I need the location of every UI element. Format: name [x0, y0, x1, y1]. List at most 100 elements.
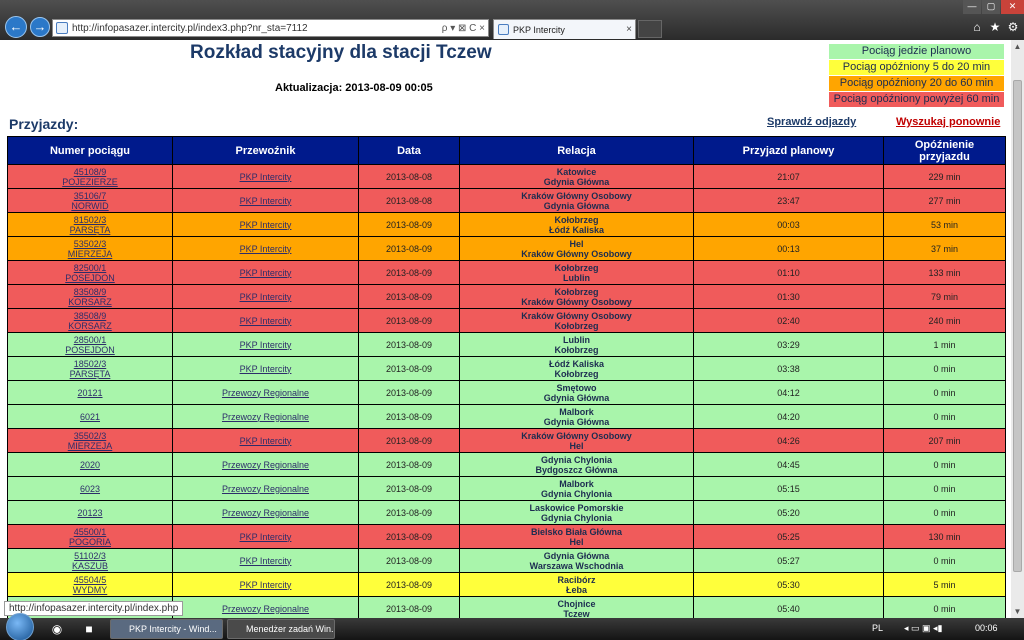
cell-train-number: 6023: [8, 477, 172, 500]
carrier-link[interactable]: PKP Intercity: [240, 556, 292, 566]
carrier-link[interactable]: PKP Intercity: [240, 340, 292, 350]
cell-carrier: PKP Intercity: [173, 237, 358, 260]
train-number-link[interactable]: 35502/3 MIERZEJA: [68, 431, 113, 451]
carrier-link[interactable]: PKP Intercity: [240, 532, 292, 542]
route-from: Kraków Główny Osobowy: [521, 310, 632, 321]
tab-pkp-intercity[interactable]: PKP Intercity ×: [493, 19, 636, 39]
carrier-link[interactable]: PKP Intercity: [240, 268, 292, 278]
close-window-button[interactable]: ✕: [1001, 0, 1024, 14]
route-to: Gdynia Główna: [543, 392, 610, 403]
new-tab-button[interactable]: [638, 20, 662, 38]
cell-route: Kraków Główny Osobowy Hel: [460, 429, 693, 452]
carrier-link[interactable]: Przewozy Regionalne: [222, 484, 309, 494]
check-departures-link[interactable]: Sprawdź odjazdy: [767, 116, 856, 128]
carrier-link[interactable]: PKP Intercity: [240, 220, 292, 230]
cell-train-number: 35106/7 NORWID: [8, 189, 172, 212]
table-row: 45500/1 POGORIA PKP Intercity 2013-08-09 Bie…: [8, 525, 1005, 548]
train-number-link[interactable]: 83508/9 KORSARZ: [68, 287, 112, 307]
carrier-link[interactable]: PKP Intercity: [240, 292, 292, 302]
carrier-link[interactable]: PKP Intercity: [240, 580, 292, 590]
train-number-link[interactable]: 6023: [80, 484, 100, 494]
back-button[interactable]: ←: [5, 16, 27, 38]
train-number-link[interactable]: 45500/1 POGORIA: [69, 527, 111, 547]
train-number-link[interactable]: 28500/1 POSEJDON: [65, 335, 115, 355]
cell-delay: 5 min: [884, 573, 1005, 596]
home-icon[interactable]: ⌂: [970, 20, 984, 34]
carrier-link[interactable]: PKP Intercity: [240, 244, 292, 254]
train-number-link[interactable]: 82500/1 POSEJDON: [65, 263, 115, 283]
cell-route: Malbork Gdynia Chylonia: [460, 477, 693, 500]
chrome-pin-icon[interactable]: ◉: [48, 621, 66, 637]
train-number-link[interactable]: 6021: [80, 412, 100, 422]
header-delay: Opóźnienie przyjazdu: [884, 137, 1005, 164]
train-number-link[interactable]: 38508/9 KORSARZ: [68, 311, 112, 331]
page-title: Rozkład stacyjny dla stacji Tczew: [190, 42, 492, 63]
route-to: Hel: [569, 440, 584, 451]
route-to: Kraków Główny Osobowy: [521, 248, 632, 259]
cell-delay: 0 min: [884, 405, 1005, 428]
train-number-link[interactable]: 2020: [80, 460, 100, 470]
cell-delay: 130 min: [884, 525, 1005, 548]
train-number-link[interactable]: 45504/5 WYDMY: [73, 575, 108, 595]
carrier-link[interactable]: Przewozy Regionalne: [222, 604, 309, 614]
address-url[interactable]: http://infopasazer.intercity.pl/index3.p…: [72, 23, 442, 34]
carrier-link[interactable]: Przewozy Regionalne: [222, 460, 309, 470]
start-button[interactable]: [6, 613, 34, 640]
search-again-link[interactable]: Wyszukaj ponownie: [896, 116, 1000, 128]
settings-gear-icon[interactable]: ⚙: [1006, 20, 1020, 34]
forward-arrow-icon: →: [33, 19, 47, 34]
forward-button[interactable]: →: [30, 17, 50, 37]
carrier-link[interactable]: Przewozy Regionalne: [222, 388, 309, 398]
cell-route: Laskowice Pomorskie Gdynia Chylonia: [460, 501, 693, 524]
scroll-down-arrow-icon[interactable]: ▼: [1011, 605, 1024, 618]
train-number-link[interactable]: 81502/3 PARSĘTA: [70, 215, 111, 235]
train-number-link[interactable]: 51102/3 KASZUB: [72, 551, 108, 571]
carrier-link[interactable]: PKP Intercity: [240, 172, 292, 182]
cell-route: Hel Kraków Główny Osobowy: [460, 237, 693, 260]
carrier-link[interactable]: PKP Intercity: [240, 436, 292, 446]
train-number-link[interactable]: 45108/9 POJEZIERZE: [62, 167, 118, 187]
train-number-link[interactable]: 53502/3 MIERZEJA: [68, 239, 113, 259]
carrier-link[interactable]: PKP Intercity: [240, 316, 292, 326]
route-from: Kraków Główny Osobowy: [521, 190, 632, 201]
maximize-button[interactable]: ▢: [982, 0, 1000, 14]
clock[interactable]: 00:06: [975, 622, 998, 635]
route-from: Kołobrzeg: [554, 214, 599, 225]
scroll-up-arrow-icon[interactable]: ▲: [1011, 40, 1024, 53]
train-number-link[interactable]: 20123: [77, 508, 102, 518]
cell-route: Racibórz Łeba: [460, 573, 693, 596]
tray-icons[interactable]: ◂ ▭ ▣ ◂▮: [904, 622, 943, 635]
language-indicator[interactable]: PL: [872, 622, 883, 635]
carrier-link[interactable]: Przewozy Regionalne: [222, 508, 309, 518]
carrier-link[interactable]: PKP Intercity: [240, 196, 292, 206]
carrier-link[interactable]: Przewozy Regionalne: [222, 412, 309, 422]
minimize-button[interactable]: —: [963, 0, 981, 14]
train-number-link[interactable]: 18502/3 PARSĘTA: [70, 359, 111, 379]
table-row: 2020 Przewozy Regionalne 2013-08-09 Gdynia …: [8, 453, 1005, 476]
scroll-thumb[interactable]: [1013, 80, 1022, 572]
carrier-link[interactable]: PKP Intercity: [240, 364, 292, 374]
favorites-star-icon[interactable]: ★: [988, 20, 1002, 34]
cell-date: 2013-08-09: [359, 501, 459, 524]
address-bar[interactable]: http://infopasazer.intercity.pl/index3.p…: [52, 19, 489, 37]
cell-train-number: 18502/3 PARSĘTA: [8, 357, 172, 380]
tab-close-icon[interactable]: ×: [623, 24, 635, 35]
cell-train-number: 45500/1 POGORIA: [8, 525, 172, 548]
cell-train-number: 20121: [8, 381, 172, 404]
cell-planned-arrival: 05:25: [694, 525, 883, 548]
header-delay-line1: Opóźnienie: [914, 138, 975, 151]
task-browser[interactable]: PKP Intercity - Wind...: [110, 619, 223, 639]
cell-date: 2013-08-09: [359, 525, 459, 548]
task-task-manager[interactable]: Menedżer zadań Win...: [227, 619, 335, 639]
vertical-scrollbar[interactable]: ▲ ▼: [1011, 40, 1024, 618]
train-number-link[interactable]: 20121: [77, 388, 102, 398]
legend-delay-over-60: Pociąg opóźniony powyżej 60 min: [829, 92, 1004, 107]
cell-date: 2013-08-09: [359, 429, 459, 452]
app-pin-icon[interactable]: ■: [80, 621, 98, 637]
train-number-link[interactable]: 35106/7 NORWID: [71, 191, 108, 211]
address-tools[interactable]: ρ ▾ ⊠ C ×: [442, 23, 488, 34]
table-row: 38508/9 KORSARZ PKP Intercity 2013-08-09 Kra…: [8, 309, 1005, 332]
cell-planned-arrival: 01:30: [694, 285, 883, 308]
cell-carrier: PKP Intercity: [173, 261, 358, 284]
cell-route: Kraków Główny Osobowy Kołobrzeg: [460, 309, 693, 332]
